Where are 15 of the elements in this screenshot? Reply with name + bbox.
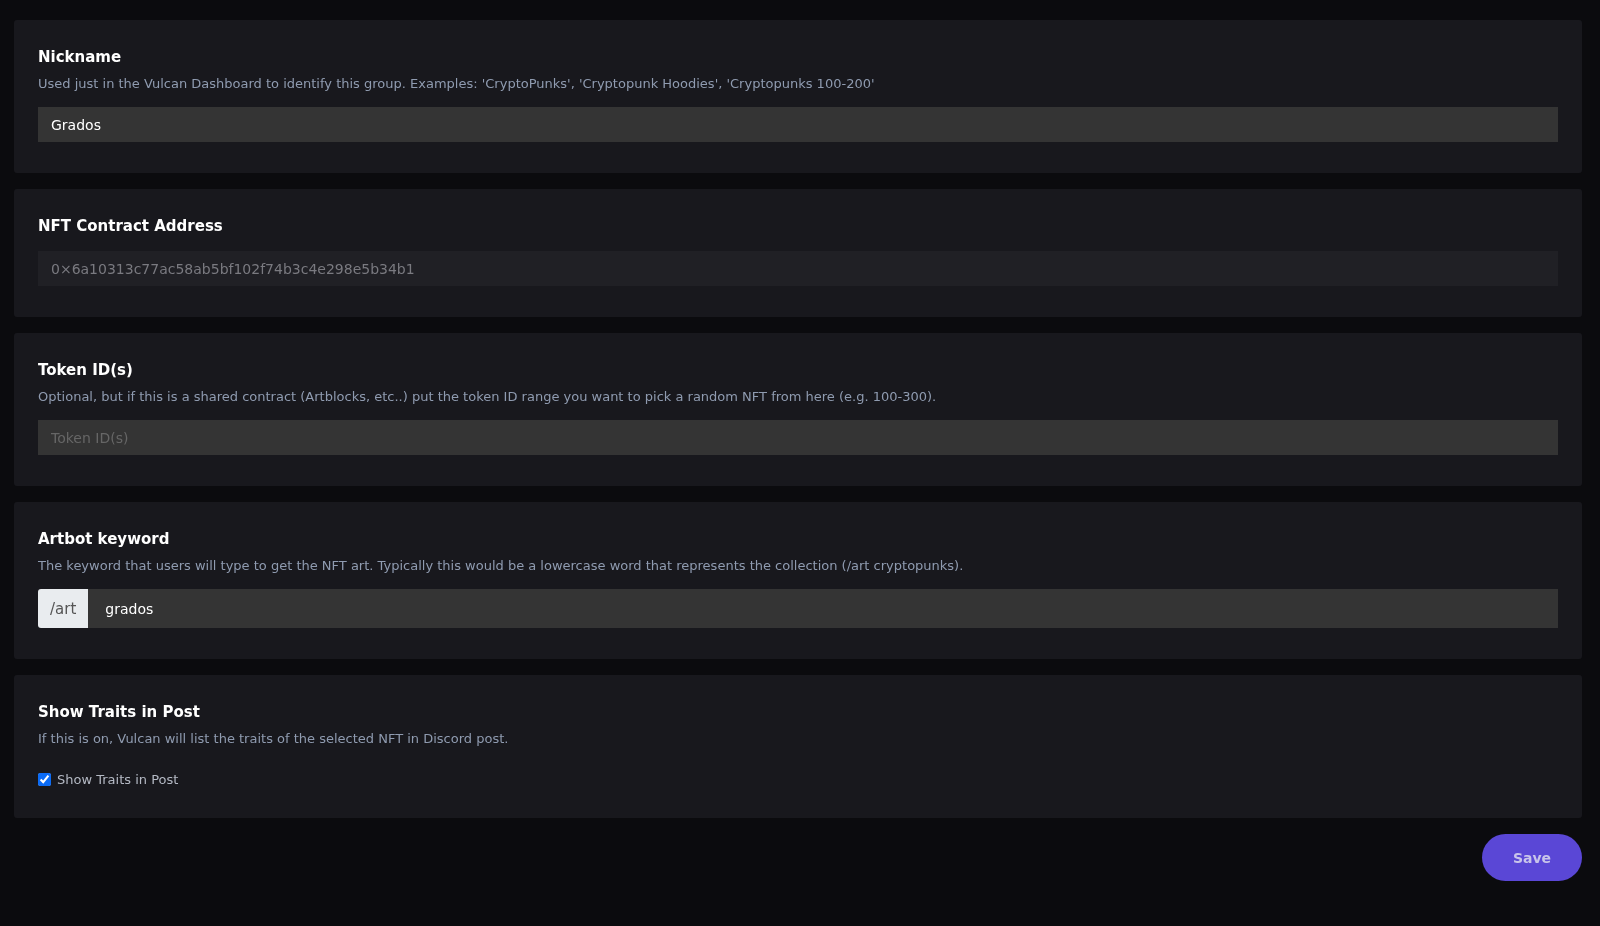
- section-title: Nickname: [38, 48, 123, 66]
- field-prefix: /art: [38, 589, 89, 628]
- keyword-field[interactable]: grados: [88, 589, 1558, 628]
- section-description: The keyword that users will type to get the NFT art. Typically this would be a lowercase word that represents the collection (/art cryptopunks).: [38, 558, 965, 573]
- section-description: If this is on, Vulcan will list the traits of the selected NFT in Discord post.: [38, 731, 510, 746]
- section-description: Optional, but if this is a shared contract (Artblocks, etc..) put the token ID range you want to pick a random NFT from here (e.g. 100-300).: [38, 389, 938, 404]
- section-title: NFT Contract Address: [38, 217, 224, 235]
- checkbox[interactable]: [38, 773, 51, 786]
- section-title: Token ID(s): [38, 361, 134, 379]
- save-button[interactable]: Save: [1482, 834, 1582, 881]
- section-title: Show Traits in Post: [38, 703, 201, 721]
- section-title: Artbot keyword: [38, 530, 171, 548]
- text-field[interactable]: Grados: [38, 107, 1558, 142]
- checkbox-label: Show Traits in Post: [57, 772, 179, 787]
- section-description: Used just in the Vulcan Dashboard to identify this group. Examples: 'CryptoPunks', 'Cryptopunk Hoodies', 'Cryptopunks 100-200': [38, 76, 876, 91]
